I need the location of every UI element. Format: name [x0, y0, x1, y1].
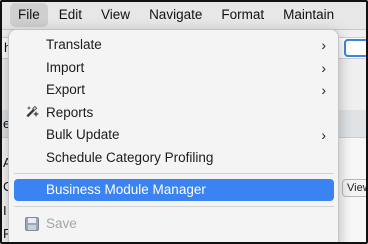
menu-item-import[interactable]: Import › — [14, 57, 334, 79]
menu-item-business-module-manager[interactable]: Business Module Manager — [14, 179, 334, 201]
menu-item-save[interactable]: Save — [14, 213, 334, 235]
menu-item-bulk-update[interactable]: Bulk Update › — [14, 124, 334, 146]
background-view-button[interactable]: View — [342, 179, 368, 197]
submenu-arrow-icon: › — [321, 37, 326, 53]
submenu-arrow-icon: › — [321, 82, 326, 98]
menubar-edit[interactable]: Edit — [51, 3, 90, 27]
menu-item-label: Reports — [46, 105, 94, 120]
reports-wand-icon — [24, 105, 40, 121]
submenu-arrow-icon: › — [321, 60, 326, 76]
menu-item-label: Import — [46, 60, 85, 75]
menu-separator — [14, 173, 334, 174]
menu-item-label: Schedule Category Profiling — [46, 150, 214, 165]
menu-item-label: Translate — [46, 37, 102, 52]
menubar-file[interactable]: File — [10, 2, 48, 27]
submenu-arrow-icon: › — [321, 127, 326, 143]
menubar-navigate[interactable]: Navigate — [141, 3, 210, 27]
menubar-view[interactable]: View — [93, 3, 138, 27]
background-left-text-3: I — [3, 203, 7, 218]
menu-item-reports[interactable]: Reports — [14, 102, 334, 124]
menubar: File Edit View Navigate Format Maintain — [0, 0, 368, 30]
menubar-format[interactable]: Format — [213, 3, 272, 27]
file-menu-dropdown: Translate › Import › Export › Reports Bu… — [8, 29, 339, 244]
menu-item-label: Bulk Update — [46, 127, 120, 142]
menu-item-label: Business Module Manager — [46, 182, 206, 197]
save-disk-icon — [24, 216, 40, 232]
menu-item-export[interactable]: Export › — [14, 79, 334, 101]
menu-item-label: Export — [46, 82, 86, 97]
menu-item-label: Save — [46, 216, 77, 231]
menu-item-translate[interactable]: Translate › — [14, 34, 334, 56]
menu-separator — [14, 206, 334, 207]
menu-item-schedule-category-profiling[interactable]: Schedule Category Profiling — [14, 147, 334, 169]
background-focused-field[interactable] — [344, 39, 368, 57]
menubar-maintain[interactable]: Maintain — [275, 3, 342, 27]
